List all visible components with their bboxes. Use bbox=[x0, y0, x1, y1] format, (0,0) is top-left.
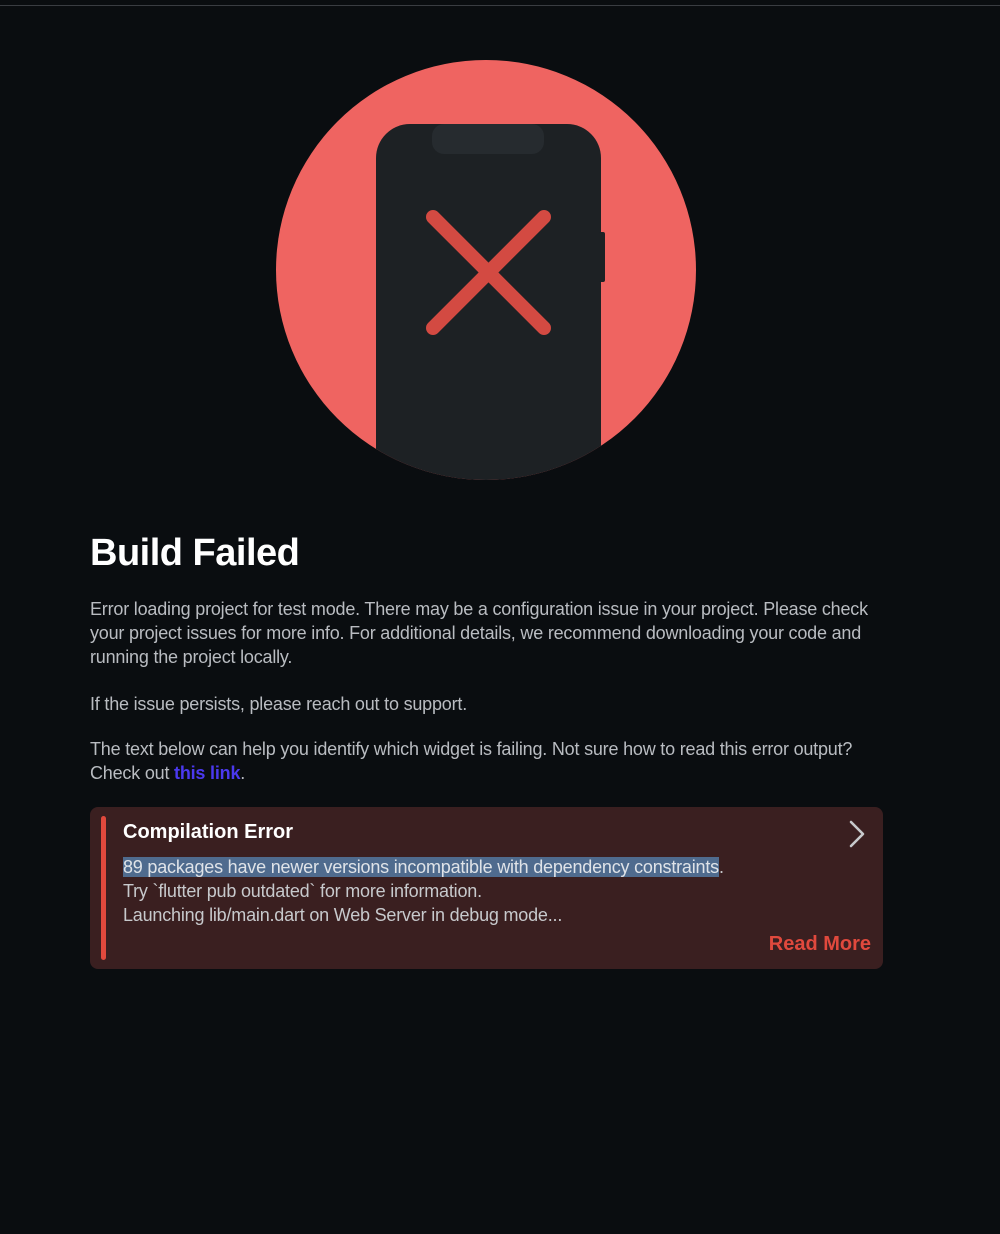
error-line-1: 89 packages have newer versions incompat… bbox=[123, 857, 724, 877]
error-output: 89 packages have newer versions incompat… bbox=[123, 855, 724, 927]
phone-side-button bbox=[599, 232, 605, 282]
help-message: The text below can help you identify whi… bbox=[90, 737, 890, 785]
compilation-error-card: Compilation Error 89 packages have newer… bbox=[90, 807, 883, 969]
selected-text: 89 packages have newer versions incompat… bbox=[123, 857, 719, 877]
help-link[interactable]: this link bbox=[174, 763, 240, 783]
read-more-button[interactable]: Read More bbox=[769, 933, 871, 956]
chevron-right-icon[interactable] bbox=[845, 819, 869, 849]
error-description: Error loading project for test mode. The… bbox=[90, 599, 868, 667]
error-accent-bar bbox=[101, 816, 106, 960]
phone-notch bbox=[432, 124, 544, 154]
phone-error-icon bbox=[276, 60, 696, 480]
error-line-2: Try `flutter pub outdated` for more info… bbox=[123, 881, 482, 901]
error-line-3: Launching lib/main.dart on Web Server in… bbox=[123, 905, 563, 925]
support-message: If the issue persists, please reach out … bbox=[90, 694, 468, 714]
phone-body bbox=[376, 124, 601, 480]
error-card-title: Compilation Error bbox=[123, 821, 294, 843]
help-message-suffix: . bbox=[240, 763, 246, 783]
window-top-border bbox=[0, 0, 1000, 6]
page-title: Build Failed bbox=[90, 532, 300, 574]
